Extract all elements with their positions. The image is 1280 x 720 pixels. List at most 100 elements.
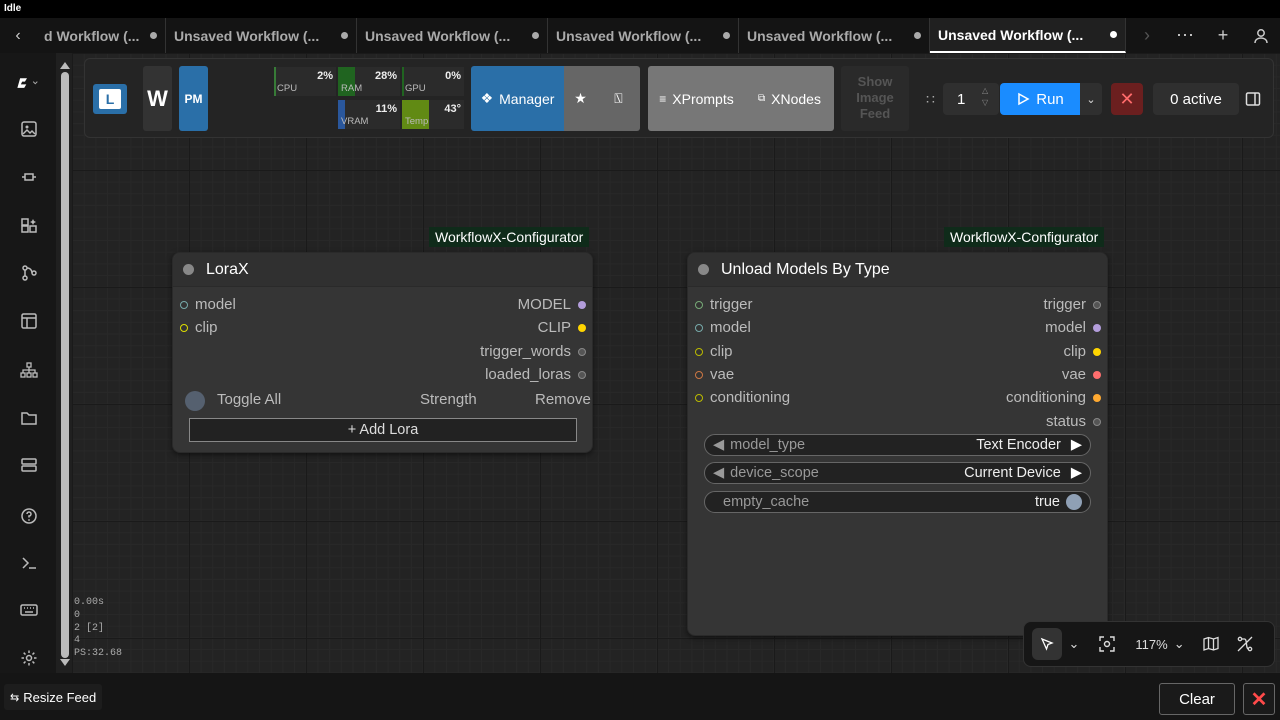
- logo-button[interactable]: L: [93, 84, 127, 114]
- combo-left-arrow-icon[interactable]: ◀: [713, 437, 724, 453]
- scroll-up-icon[interactable]: [60, 62, 70, 69]
- output-slot-loaded-loras[interactable]: loaded_loras: [485, 366, 586, 383]
- settings-gear-icon[interactable]: [18, 647, 40, 669]
- close-icon: ✕: [1119, 88, 1135, 109]
- tab-workflow-4[interactable]: Unsaved Workflow (...: [548, 18, 739, 53]
- toggle-links-button[interactable]: [1228, 628, 1262, 660]
- terminal-icon[interactable]: [18, 552, 40, 574]
- tab-workflow-5[interactable]: Unsaved Workflow (...: [739, 18, 930, 53]
- cancel-run-button[interactable]: ✕: [1111, 83, 1143, 115]
- toggle-knob-icon: [1066, 494, 1082, 510]
- share-button[interactable]: ⍂: [597, 66, 640, 131]
- xnodes-button[interactable]: ⧉ XNodes: [745, 66, 834, 131]
- output-slot-conditioning[interactable]: conditioning: [1006, 389, 1101, 406]
- pm-button[interactable]: PM: [179, 66, 208, 131]
- tab-scroll-right-icon[interactable]: ›: [1128, 18, 1166, 53]
- input-slot-model[interactable]: model: [180, 296, 236, 313]
- input-slot-clip[interactable]: clip: [695, 343, 733, 360]
- close-feed-button[interactable]: ✕: [1243, 683, 1275, 715]
- comfy-logo-icon[interactable]: [16, 72, 38, 94]
- collapse-dot-icon[interactable]: [183, 264, 194, 275]
- node-library-icon[interactable]: [18, 215, 40, 237]
- hide-links-icon: [1237, 636, 1253, 652]
- tab-workflow-1[interactable]: d Workflow (...: [36, 18, 166, 53]
- layout-icon[interactable]: [18, 454, 40, 476]
- queue-count-input[interactable]: 1: [943, 83, 999, 115]
- input-slot-conditioning[interactable]: conditioning: [695, 389, 790, 406]
- hierarchy-icon[interactable]: [18, 359, 40, 381]
- scroll-thumb[interactable]: [61, 72, 69, 658]
- node-header[interactable]: LoraX: [173, 253, 592, 287]
- zoom-control[interactable]: 117% ⌄: [1130, 628, 1190, 660]
- toggle-all-switch[interactable]: [185, 391, 205, 411]
- new-tab-icon[interactable]: +: [1204, 18, 1242, 53]
- device-scope-combo[interactable]: ◀ device_scope Current Device ▶: [704, 462, 1091, 484]
- node-unload-models[interactable]: Unload Models By Type trigger model clip…: [687, 252, 1108, 636]
- output-slot-model[interactable]: MODEL: [518, 296, 586, 313]
- cpu-monitor: 2% CPU: [274, 67, 336, 96]
- workflows-icon[interactable]: [18, 262, 40, 284]
- xprompts-button[interactable]: ≡ XPrompts: [648, 66, 745, 131]
- tab-workflow-3[interactable]: Unsaved Workflow (...: [357, 18, 548, 53]
- input-slot-model[interactable]: model: [695, 319, 751, 336]
- toggle-panel-button[interactable]: [1241, 87, 1265, 111]
- remove-header: Remove: [535, 391, 591, 408]
- queue-stepper-icon[interactable]: △ ▽: [982, 85, 988, 109]
- input-slot-clip[interactable]: clip: [180, 319, 218, 336]
- star-icon: ★: [574, 90, 587, 106]
- tab-bar: ‹ d Workflow (... Unsaved Workflow (... …: [0, 18, 1280, 53]
- combo-right-arrow-icon[interactable]: ▶: [1071, 465, 1082, 481]
- resize-icon: ⇆: [10, 691, 20, 704]
- tab-workflow-2[interactable]: Unsaved Workflow (...: [166, 18, 357, 53]
- manager-button[interactable]: ❖ Manager: [471, 66, 564, 131]
- unsaved-dot-icon: [532, 32, 539, 39]
- star-button[interactable]: ★: [564, 66, 597, 131]
- tab-scroll-left-icon[interactable]: ‹: [0, 18, 36, 53]
- fit-view-button[interactable]: [1090, 628, 1124, 660]
- select-tool-button[interactable]: [1032, 628, 1062, 660]
- unsaved-dot-icon: [914, 32, 921, 39]
- images-icon[interactable]: [18, 118, 40, 140]
- tool-dropdown-icon[interactable]: ⌄: [1062, 628, 1086, 660]
- minimap-button[interactable]: [1194, 628, 1228, 660]
- empty-cache-toggle[interactable]: empty_cache true: [704, 491, 1091, 513]
- output-slot-clip[interactable]: clip: [1063, 343, 1101, 360]
- resize-feed-button[interactable]: ⇆ Resize Feed: [4, 684, 103, 710]
- run-options-button[interactable]: ⌄: [1080, 83, 1102, 115]
- user-icon[interactable]: [1242, 18, 1280, 53]
- node-lorax[interactable]: LoraX model clip MODEL CLIP trigger_word…: [172, 252, 593, 453]
- output-slot-trigger-words[interactable]: trigger_words: [480, 343, 586, 360]
- input-slot-vae[interactable]: vae: [695, 366, 734, 383]
- output-slot-model[interactable]: model: [1045, 319, 1101, 336]
- window-status: Idle: [0, 0, 1280, 18]
- slot-dot-icon: [695, 393, 703, 402]
- keyboard-icon[interactable]: [18, 599, 40, 621]
- run-button[interactable]: Run: [1000, 83, 1080, 115]
- combo-right-arrow-icon[interactable]: ▶: [1071, 437, 1082, 453]
- input-slot-trigger[interactable]: trigger: [695, 296, 753, 313]
- puzzle-icon: ❖: [480, 90, 494, 106]
- add-lora-button[interactable]: + Add Lora: [189, 418, 577, 442]
- more-tabs-icon[interactable]: ⋯: [1166, 18, 1204, 53]
- play-icon: [1018, 92, 1030, 106]
- scroll-down-icon[interactable]: [60, 659, 70, 666]
- model-type-combo[interactable]: ◀ model_type Text Encoder ▶: [704, 434, 1091, 456]
- combo-left-arrow-icon[interactable]: ◀: [713, 465, 724, 481]
- show-image-feed-button[interactable]: Show Image Feed: [841, 66, 909, 131]
- vertical-scrollbar[interactable]: [58, 60, 72, 668]
- models-icon[interactable]: [18, 166, 40, 188]
- help-icon[interactable]: [18, 505, 40, 527]
- drag-handle-icon[interactable]: ∷: [926, 91, 935, 108]
- collapse-dot-icon[interactable]: [698, 264, 709, 275]
- clear-button[interactable]: Clear: [1159, 683, 1235, 715]
- output-slot-vae[interactable]: vae: [1062, 366, 1101, 383]
- node-header[interactable]: Unload Models By Type: [688, 253, 1107, 287]
- folder-icon[interactable]: [18, 407, 40, 429]
- tab-workflow-active[interactable]: Unsaved Workflow (...: [930, 18, 1126, 53]
- active-queue-button[interactable]: 0 active: [1153, 83, 1239, 115]
- output-slot-status[interactable]: status: [1046, 413, 1101, 430]
- templates-icon[interactable]: [18, 310, 40, 332]
- output-slot-trigger[interactable]: trigger: [1043, 296, 1101, 313]
- w-button[interactable]: W: [143, 66, 172, 131]
- output-slot-clip[interactable]: CLIP: [538, 319, 586, 336]
